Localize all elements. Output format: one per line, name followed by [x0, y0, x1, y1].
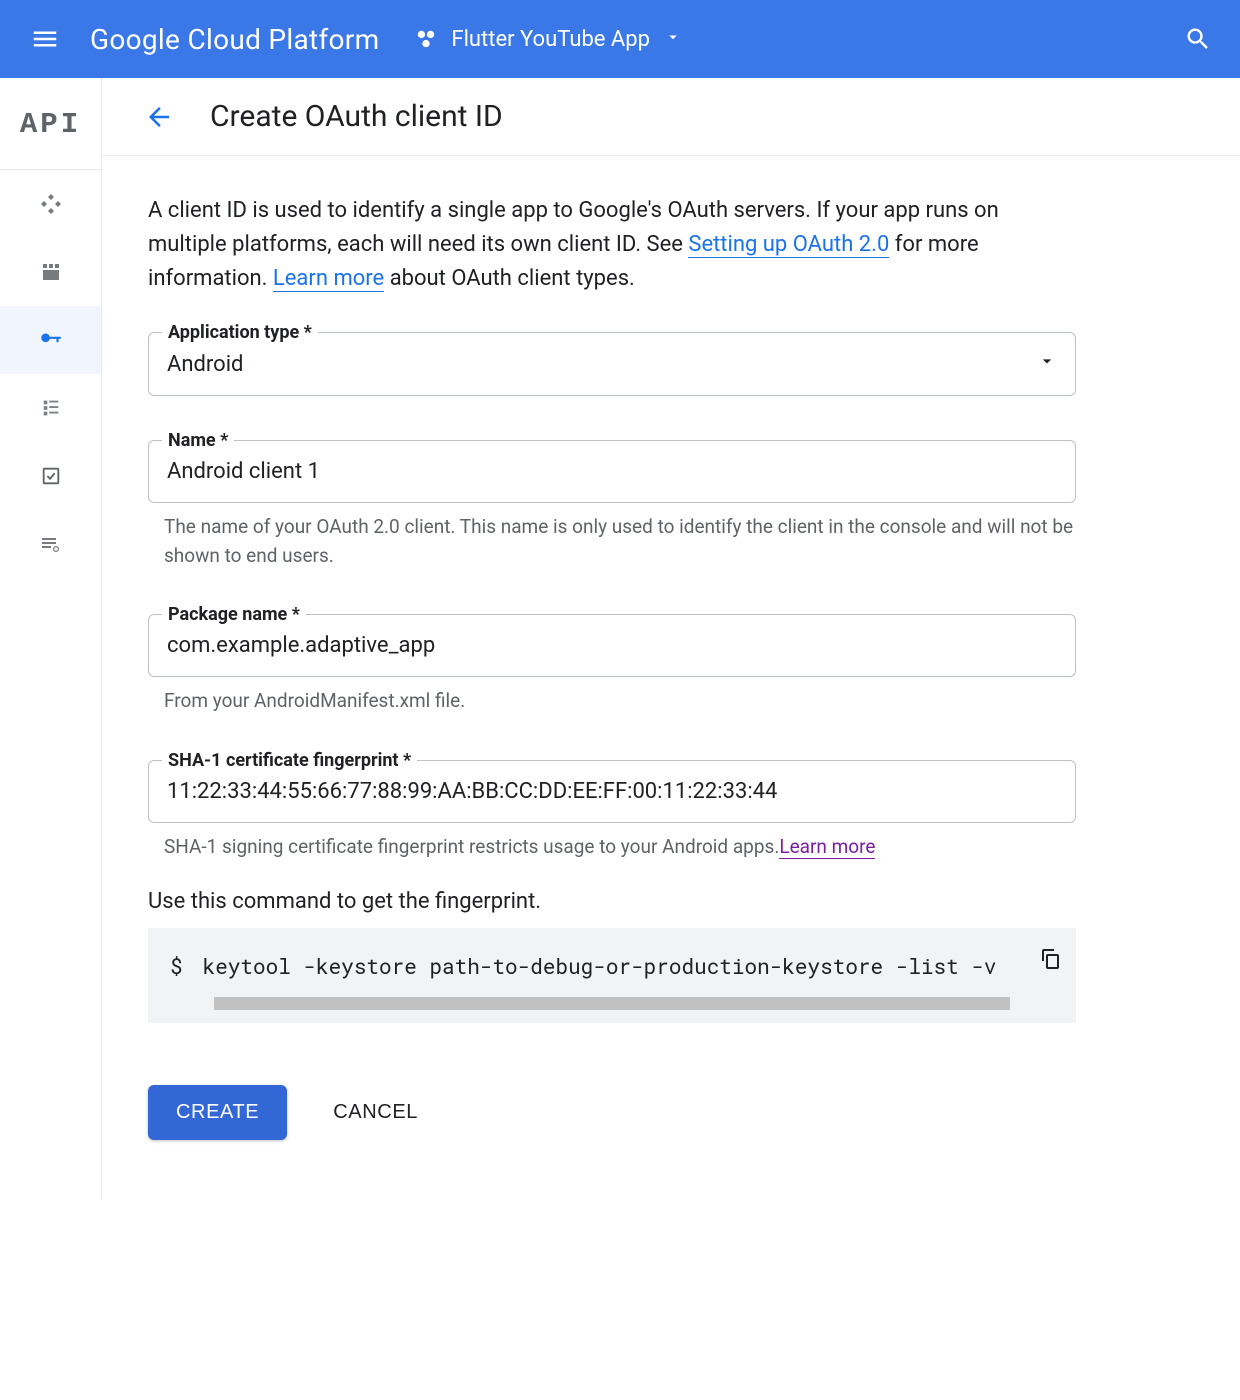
package-helper: From your AndroidManifest.xml file.	[164, 687, 1076, 716]
search-icon[interactable]	[1174, 15, 1222, 63]
page-header: Create OAuth client ID	[102, 78, 1240, 156]
name-input[interactable]	[148, 440, 1076, 503]
app-type-label: Application type *	[162, 322, 318, 343]
hamburger-menu-icon[interactable]	[18, 12, 72, 66]
link-setting-up-oauth[interactable]: Setting up OAuth 2.0	[688, 232, 889, 258]
sidebar-item-dashboard[interactable]	[0, 170, 101, 238]
sidebar-section-label: API	[0, 102, 101, 170]
sidebar-item-credentials[interactable]	[0, 306, 101, 374]
page-title: Create OAuth client ID	[210, 99, 503, 134]
command-text: keytool -keystore path-to-debug-or-produ…	[203, 952, 997, 980]
project-icon	[415, 28, 437, 50]
project-name: Flutter YouTube App	[451, 27, 650, 52]
sidebar: API	[0, 78, 102, 1200]
app-type-value: Android	[167, 352, 243, 377]
package-label: Package name *	[162, 604, 306, 625]
platform-logo: Google Cloud Platform	[90, 23, 379, 56]
copy-icon[interactable]	[1032, 946, 1062, 974]
sha-label: SHA-1 certificate fingerprint *	[162, 750, 417, 771]
project-picker[interactable]: Flutter YouTube App	[415, 27, 682, 52]
sidebar-item-library[interactable]	[0, 238, 101, 306]
create-button[interactable]: CREATE	[148, 1085, 287, 1140]
app-header: Google Cloud Platform Flutter YouTube Ap…	[0, 0, 1240, 78]
horizontal-scrollbar[interactable]	[214, 997, 1010, 1010]
name-helper: The name of your OAuth 2.0 client. This …	[164, 513, 1076, 570]
link-learn-more-types[interactable]: Learn more	[273, 266, 384, 292]
link-sha-learn-more[interactable]: Learn more	[779, 835, 875, 859]
caret-down-icon	[664, 27, 682, 52]
intro-text: A client ID is used to identify a single…	[148, 194, 1076, 296]
sidebar-item-oauth-consent[interactable]	[0, 374, 101, 442]
caret-down-icon	[1037, 351, 1057, 377]
sidebar-item-domain-verification[interactable]	[0, 442, 101, 510]
sha-helper: SHA-1 signing certificate fingerprint re…	[164, 833, 1076, 862]
sidebar-item-page-usage[interactable]	[0, 510, 101, 578]
cancel-button[interactable]: CANCEL	[333, 1101, 418, 1124]
name-label: Name *	[162, 430, 234, 451]
command-instruction: Use this command to get the fingerprint.	[148, 889, 1076, 914]
command-code-block: $ keytool -keystore path-to-debug-or-prod…	[148, 928, 1076, 1023]
command-prompt: $	[170, 952, 183, 980]
back-arrow-icon[interactable]	[144, 102, 174, 132]
